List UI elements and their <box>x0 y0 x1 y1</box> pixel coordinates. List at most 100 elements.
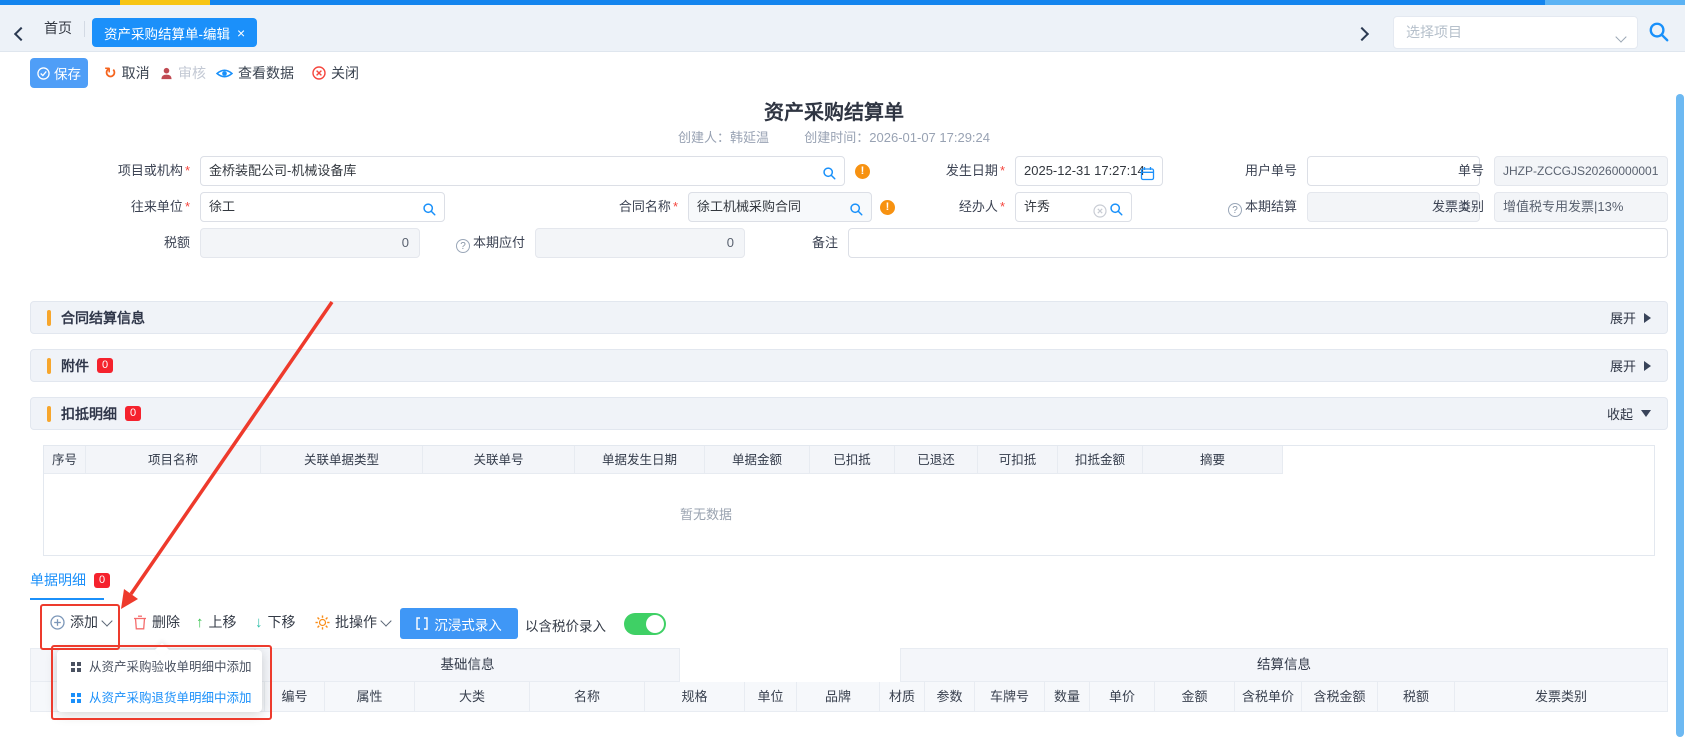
column-header: 单据发生日期 <box>575 446 705 474</box>
column-header: 可扣抵 <box>978 446 1058 474</box>
tab-document-detail[interactable]: 单据明细 0 <box>30 570 110 590</box>
doc-no-label: 单号 <box>1384 156 1484 186</box>
tab-home[interactable]: 首页 <box>44 5 72 52</box>
column-header: 大类 <box>415 682 530 712</box>
project-input[interactable]: 金桥装配公司-机械设备库 <box>200 156 845 186</box>
payable-label: ?本期应付 <box>425 228 525 258</box>
arrow-down-icon: ↓ <box>255 614 263 631</box>
created-value: 2026-01-07 17:29:24 <box>869 130 990 145</box>
section-marker-icon <box>47 310 51 326</box>
column-header: 税额 <box>1378 682 1455 712</box>
column-header: 项目名称 <box>86 446 261 474</box>
column-header: 品牌 <box>797 682 880 712</box>
global-search-icon[interactable] <box>1648 21 1670 48</box>
date-input[interactable]: 2025-12-31 17:27:14 <box>1015 156 1163 186</box>
required-mark: * <box>1000 199 1005 214</box>
remark-input[interactable] <box>848 228 1668 258</box>
expand-toggle[interactable]: 展开 <box>1610 308 1651 327</box>
section-marker-icon <box>47 358 51 374</box>
vertical-scrollbar[interactable] <box>1676 94 1684 737</box>
column-header: 规格 <box>645 682 745 712</box>
column-header: 发票类别 <box>1455 682 1668 712</box>
column-header: 序号 <box>44 446 86 474</box>
collapse-toggle[interactable]: 收起 <box>1607 404 1651 423</box>
contract-input[interactable]: 徐工机械采购合同 <box>688 192 872 222</box>
active-tab-underline <box>30 598 104 600</box>
group-header-basic-info: 基础信息 <box>255 648 680 682</box>
tax-inclusive-toggle[interactable] <box>624 613 666 635</box>
required-mark: * <box>673 199 678 214</box>
tax-input: 0 <box>200 228 420 258</box>
calendar-icon[interactable] <box>1140 163 1155 186</box>
triangle-right-icon <box>1644 361 1651 371</box>
batch-operation-button[interactable]: 批操作 <box>315 612 390 632</box>
annotation-box-add-button <box>40 604 120 650</box>
search-icon[interactable] <box>422 199 437 222</box>
move-down-button[interactable]: ↓ 下移 <box>255 612 296 632</box>
tabs-scroll-right-button[interactable] <box>1357 26 1367 44</box>
search-icon[interactable] <box>822 163 837 186</box>
counterparty-input[interactable]: 徐工 <box>200 192 445 222</box>
creator-label: 创建人： <box>678 130 730 145</box>
column-header: 金额 <box>1155 682 1235 712</box>
invoice-type-label: 发票类别 <box>1384 192 1484 222</box>
tab-active-asset-purchase-settlement[interactable]: 资产采购结算单-编辑 × <box>92 18 257 47</box>
column-header: 属性 <box>325 682 415 712</box>
tab-label: 资产采购结算单-编辑 <box>104 23 230 43</box>
date-label: 发生日期* <box>905 156 1005 186</box>
attachments-count-badge: 0 <box>97 358 113 373</box>
check-circle-icon <box>37 67 50 80</box>
save-label: 保存 <box>54 63 81 83</box>
person-icon <box>160 67 173 80</box>
column-header: 编号 <box>265 682 325 712</box>
move-up-button[interactable]: ↑ 上移 <box>196 612 237 632</box>
section-marker-icon <box>47 406 51 422</box>
help-icon: ? <box>456 239 470 253</box>
project-label: 项目或机构* <box>60 156 190 186</box>
triangle-right-icon <box>1644 313 1651 323</box>
handler-input[interactable]: 许秀 <box>1015 192 1132 222</box>
tax-inclusive-label: 以含税价录入 <box>525 612 606 642</box>
tab-divider <box>84 21 85 37</box>
handler-label: 经办人* <box>905 192 1005 222</box>
settlement-label: ?本期结算 <box>1180 192 1297 222</box>
deduction-count-badge: 0 <box>125 406 141 421</box>
tab-label: 单据明细 <box>30 570 86 590</box>
audit-button: 审核 <box>160 58 206 88</box>
column-header: 已退还 <box>895 446 978 474</box>
project-select[interactable]: 选择项目 <box>1393 16 1638 49</box>
column-header: 已扣抵 <box>810 446 895 474</box>
close-label: 关闭 <box>331 63 359 83</box>
column-header: 关联单号 <box>423 446 575 474</box>
search-icon[interactable] <box>849 199 864 222</box>
clear-icon[interactable] <box>1093 200 1107 222</box>
delete-button[interactable]: 删除 <box>133 612 180 632</box>
immersive-entry-button[interactable]: 沉浸式录入 <box>400 608 518 639</box>
view-data-button[interactable]: 查看数据 <box>216 58 294 88</box>
cancel-button[interactable]: ↻ 取消 <box>104 58 150 88</box>
toggle-knob <box>646 615 664 633</box>
close-button[interactable]: 关闭 <box>312 58 359 88</box>
brackets-icon <box>416 617 428 630</box>
column-header: 扣抵金额 <box>1058 446 1143 474</box>
created-label: 创建时间： <box>804 130 869 145</box>
arrow-up-icon: ↑ <box>196 614 204 631</box>
close-circle-icon <box>312 66 326 80</box>
tab-close-icon[interactable]: × <box>237 25 245 41</box>
invoice-type-input: 增值税专用发票|13% <box>1494 192 1668 222</box>
column-header: 摘要 <box>1143 446 1283 474</box>
gear-icon <box>315 615 330 630</box>
group-header-settlement-info: 结算信息 <box>900 648 1668 682</box>
column-header: 车牌号 <box>975 682 1045 712</box>
audit-label: 审核 <box>178 63 206 83</box>
save-button[interactable]: 保存 <box>30 58 88 88</box>
column-header: 数量 <box>1045 682 1090 712</box>
expand-toggle[interactable]: 展开 <box>1610 356 1651 375</box>
eye-icon <box>216 66 233 81</box>
chevron-left-icon <box>14 27 28 41</box>
project-select-placeholder: 选择项目 <box>1406 17 1462 48</box>
required-mark: * <box>1000 163 1005 178</box>
search-icon[interactable] <box>1109 199 1124 222</box>
chevron-down-icon <box>380 615 391 626</box>
tabs-scroll-left-button[interactable] <box>16 26 26 44</box>
